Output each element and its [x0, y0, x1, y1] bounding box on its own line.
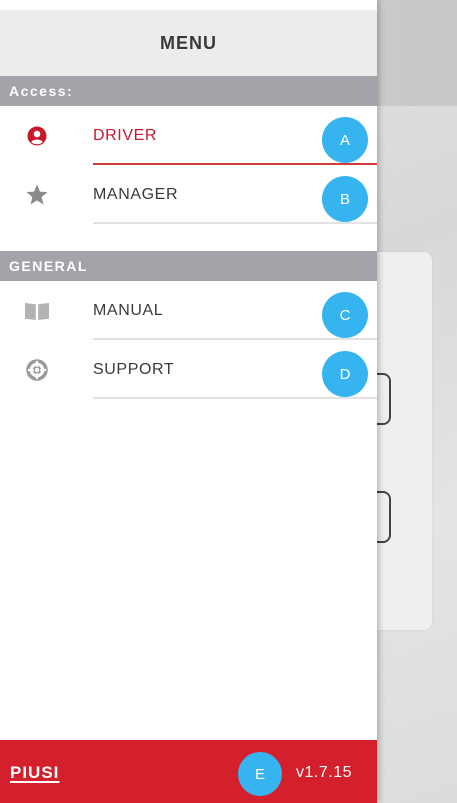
menu-item-label: MANUAL: [93, 302, 164, 319]
menu-item-driver[interactable]: DRIVER A: [0, 107, 377, 165]
navigation-drawer: MENU Access: DRIVER A MANAGER B GENERAL: [0, 0, 377, 803]
star-icon: [24, 182, 50, 208]
drawer-footer: PIUSI E v1.7.15: [0, 740, 377, 803]
callout-badge: B: [322, 176, 368, 222]
person-circle-icon: [24, 123, 50, 149]
app-version: v1.7.15: [296, 764, 352, 781]
menu-item-support[interactable]: SUPPORT D: [0, 341, 377, 399]
menu-item-label: SUPPORT: [93, 361, 175, 378]
section-header-general: GENERAL: [0, 251, 377, 281]
menu-item-manager[interactable]: MANAGER B: [0, 166, 377, 224]
menu-item-label: MANAGER: [93, 186, 179, 203]
callout-badge: A: [322, 117, 368, 163]
divider: [93, 163, 377, 165]
drawer-header: MENU: [0, 10, 377, 76]
book-icon: [24, 298, 50, 324]
menu-item-manual[interactable]: MANUAL C: [0, 282, 377, 340]
lifebuoy-icon: [24, 357, 50, 383]
divider: [93, 338, 377, 340]
callout-badge: C: [322, 292, 368, 338]
divider: [93, 222, 377, 224]
menu-item-label: DRIVER: [93, 127, 158, 144]
callout-badge: E: [238, 752, 282, 796]
section-header-access: Access:: [0, 76, 377, 106]
drawer-title: MENU: [160, 32, 217, 53]
callout-badge: D: [322, 351, 368, 397]
piusi-logo: PIUSI: [10, 763, 60, 782]
divider: [93, 397, 377, 399]
